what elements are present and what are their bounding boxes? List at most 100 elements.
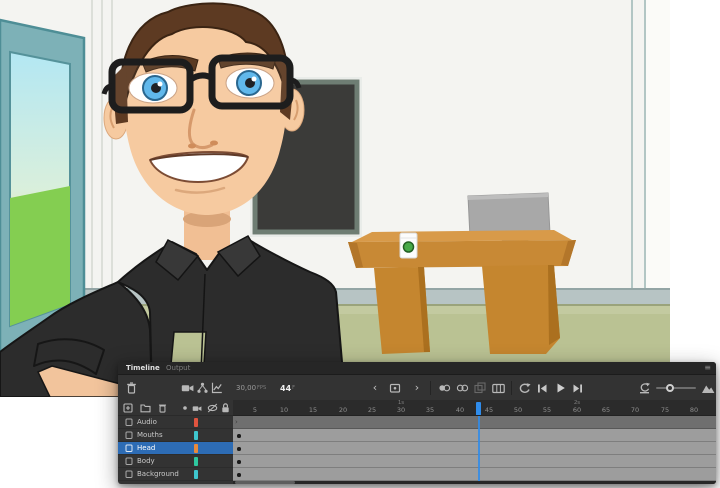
layer-icon: [125, 457, 133, 465]
frame-unit: F: [292, 385, 296, 391]
layer-label[interactable]: Background: [118, 468, 233, 481]
frame-ruler[interactable]: 1s 2s 5 10 15 20 25 30 35 40 45 50 55 60…: [233, 400, 716, 416]
previous-frame-button[interactable]: ‹: [368, 376, 382, 400]
layer-color-swatch[interactable]: [194, 444, 198, 453]
timeline-scrollbar[interactable]: [233, 481, 716, 484]
lock-all-layers-button[interactable]: [219, 400, 232, 416]
trash-icon: [126, 382, 136, 394]
slider-track[interactable]: [656, 384, 696, 392]
delete-layer-button[interactable]: [156, 400, 169, 416]
delete-button[interactable]: [124, 376, 138, 400]
layer-icon: [125, 470, 133, 478]
page: Timeline Output ≡ 30,00 FPS 44 F ‹ › 1s …: [0, 0, 720, 488]
frame-track[interactable]: [233, 455, 716, 468]
scrollbar-thumb[interactable]: [235, 481, 295, 484]
loop-playback-button[interactable]: [516, 376, 533, 400]
new-folder-button[interactable]: [138, 400, 152, 416]
graph-icon: [211, 382, 222, 394]
mountain-icon: [702, 385, 715, 393]
layer-label[interactable]: Body: [118, 455, 233, 468]
parenting-view-button[interactable]: [195, 376, 209, 400]
layer-name: Background: [137, 470, 179, 478]
ruler-tick: 50: [513, 406, 523, 414]
layer-row-head[interactable]: Head: [118, 442, 716, 455]
ruler-tick: 25: [367, 406, 377, 414]
tab-output[interactable]: Output: [166, 362, 190, 375]
layer-color-swatch[interactable]: [194, 431, 198, 440]
frame-track[interactable]: [233, 468, 716, 481]
ruler-tick: 75: [660, 406, 670, 414]
timeline-zoom-slider[interactable]: [656, 376, 696, 400]
outline-color-button[interactable]: [180, 400, 190, 416]
fps-unit: FPS: [257, 385, 267, 391]
ruler-tick: 55: [542, 406, 552, 414]
ruler-tick: 35: [425, 406, 435, 414]
ruler-tick: 20: [338, 406, 348, 414]
layer-name: Head: [137, 444, 156, 452]
keyframe-dot: [237, 460, 241, 464]
new-layer-icon: [122, 403, 133, 413]
reset-zoom-icon: [639, 382, 650, 394]
frame-box-icon: [389, 383, 401, 393]
layer-row-audio[interactable]: Audio ›: [118, 416, 716, 429]
playhead-line[interactable]: [478, 416, 480, 481]
layer-color-swatch[interactable]: [194, 457, 198, 466]
layer-label[interactable]: Mouths: [118, 429, 233, 442]
tab-timeline[interactable]: Timeline: [126, 362, 160, 375]
audio-track[interactable]: ›: [233, 416, 716, 429]
layer-row-mouths[interactable]: Mouths: [118, 429, 716, 442]
step-back-button[interactable]: [534, 376, 550, 400]
graph-editor-button[interactable]: [209, 376, 223, 400]
frame-rate-display[interactable]: 30,00 FPS: [236, 376, 266, 400]
toolbar-separator: [430, 381, 431, 395]
layer-row-body[interactable]: Body: [118, 455, 716, 468]
resize-timeline-view-button[interactable]: [700, 376, 716, 400]
keyframe-dot: [237, 447, 241, 451]
layer-icon: [125, 431, 133, 439]
loop-frame-range-button[interactable]: [387, 376, 403, 400]
play-button[interactable]: [552, 376, 568, 400]
layer-row-background[interactable]: Background: [118, 468, 716, 481]
ruler-tick: 70: [630, 406, 640, 414]
layer-color-swatch[interactable]: [194, 470, 198, 479]
ruler-tick: 30: [396, 406, 406, 414]
ruler-tick: 5: [252, 406, 258, 414]
ruler-tick: 40: [455, 406, 465, 414]
animation-stage: [0, 0, 670, 398]
layer-color-swatch[interactable]: [194, 418, 198, 427]
layer-name: Audio: [137, 418, 157, 426]
step-forward-button[interactable]: [570, 376, 586, 400]
edit-multiple-frames-icon: [474, 382, 486, 394]
hide-all-layers-button[interactable]: [205, 400, 219, 416]
camera-layer-button[interactable]: [190, 400, 203, 416]
coffee-cup: [399, 232, 418, 259]
layer-label-selected[interactable]: Head: [118, 442, 233, 455]
layer-name: Body: [137, 457, 155, 465]
ruler-tick: 10: [279, 406, 289, 414]
layer-icon: [125, 444, 133, 452]
keyframe-dot: [237, 473, 241, 477]
step-forward-icon: [573, 384, 582, 392]
onion-skin-icon: [438, 384, 450, 392]
step-back-icon: [538, 384, 547, 392]
new-layer-button[interactable]: [121, 400, 134, 416]
layer-icon: [125, 418, 133, 426]
reset-timeline-zoom-button[interactable]: [636, 376, 652, 400]
timeline-panel: Timeline Output ≡ 30,00 FPS 44 F ‹ › 1s …: [118, 362, 716, 484]
onion-skin-outlines-button[interactable]: [454, 376, 470, 400]
timeline-toolbar: 30,00 FPS 44 F ‹ ›: [118, 376, 716, 400]
next-frame-button[interactable]: ›: [410, 376, 424, 400]
layer-label[interactable]: Audio: [118, 416, 233, 429]
current-frame-display[interactable]: 44 F: [280, 376, 295, 400]
playhead[interactable]: [476, 402, 481, 415]
camera-frame-button[interactable]: [490, 376, 507, 400]
cartoon-scene: [0, 0, 670, 398]
frame-value: 44: [280, 383, 292, 393]
frame-track[interactable]: [233, 442, 716, 455]
frame-track[interactable]: [233, 429, 716, 442]
slider-knob[interactable]: [666, 384, 674, 392]
edit-multiple-frames-button[interactable]: [472, 376, 488, 400]
camera-button[interactable]: [180, 376, 195, 400]
panel-menu-icon[interactable]: ≡: [704, 362, 711, 375]
onion-skin-button[interactable]: [436, 376, 452, 400]
